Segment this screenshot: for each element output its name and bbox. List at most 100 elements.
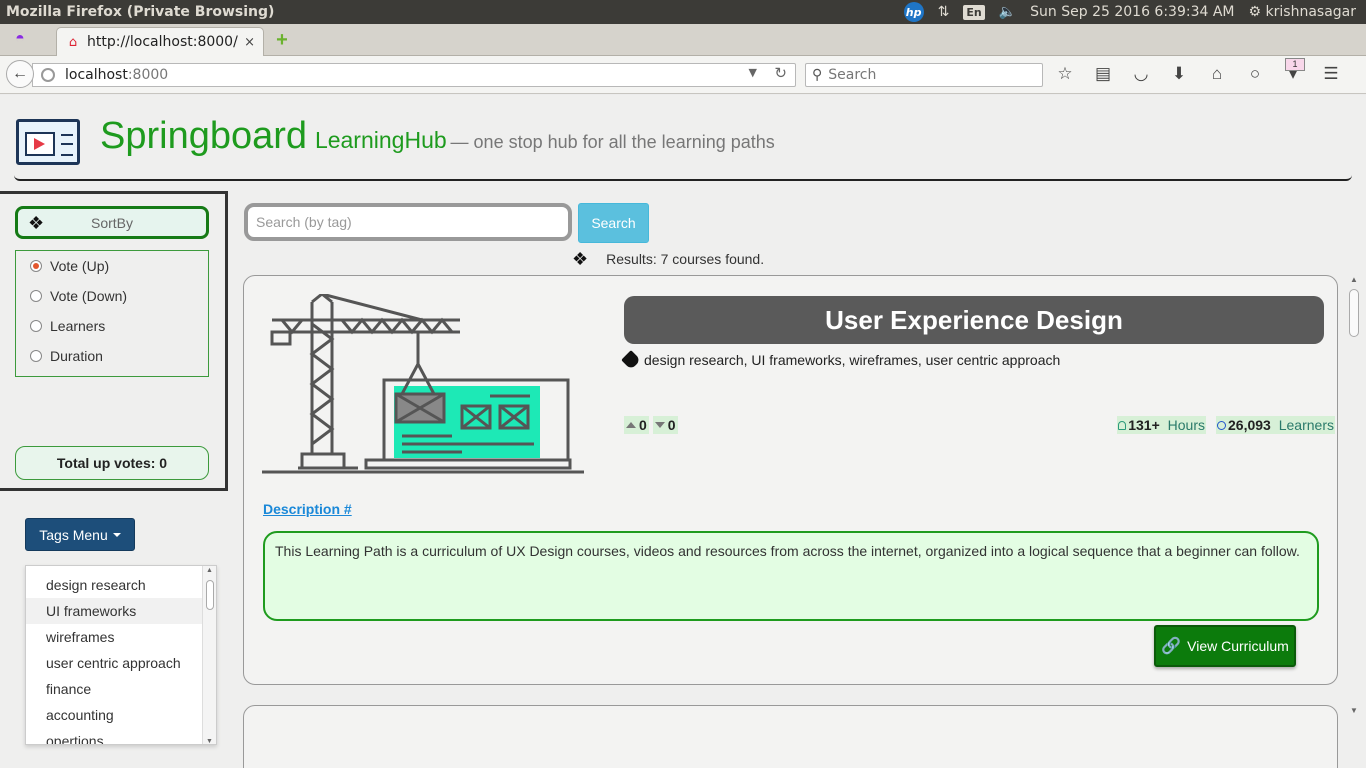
- course-card: [243, 705, 1338, 768]
- hp-icon[interactable]: hp: [903, 2, 924, 22]
- sort-option-duration[interactable]: Duration: [16, 341, 208, 371]
- tag-item[interactable]: UI frameworks: [26, 598, 216, 624]
- volume-icon[interactable]: 🔈: [999, 4, 1016, 20]
- sort-option-label: Duration: [50, 348, 103, 364]
- page-scrollbar[interactable]: ▲ ▼: [1342, 275, 1366, 715]
- view-curriculum-button[interactable]: 🔗 View Curriculum: [1154, 625, 1296, 667]
- extension-icon[interactable]: 1 ▾: [1283, 58, 1305, 84]
- tag-item[interactable]: user centric approach: [26, 650, 216, 676]
- hours-value: 131+: [1128, 417, 1160, 433]
- page: Springboard LearningHub — one stop hub f…: [0, 95, 1366, 768]
- scroll-down-icon[interactable]: ▼: [1350, 706, 1358, 715]
- course-stats: 131+ Hours 26,093 Learners: [1117, 416, 1335, 434]
- sort-panel: ❖ SortBy Vote (Up) Vote (Down) Learners …: [0, 191, 228, 491]
- radio-button[interactable]: [30, 320, 42, 332]
- navigation-bar: localhost:8000 ▼ ↻ ← ⚲ Search ☆ ▤ ◡ ⬇ ⌂ …: [0, 56, 1366, 94]
- home-icon[interactable]: ⌂: [1207, 64, 1227, 84]
- sort-option-vote-up[interactable]: Vote (Up): [16, 251, 208, 281]
- window-title: Mozilla Firefox (Private Browsing): [6, 4, 275, 20]
- reader-icon[interactable]: ▤: [1093, 64, 1113, 84]
- sort-option-label: Vote (Up): [50, 258, 110, 274]
- pocket-icon[interactable]: ◡: [1131, 64, 1151, 84]
- chevron-down-icon[interactable]: ▼: [749, 66, 757, 79]
- sort-options: Vote (Up) Vote (Down) Learners Duration: [15, 250, 209, 377]
- logo-icon[interactable]: [16, 119, 80, 165]
- url-bar[interactable]: localhost:8000 ▼ ↻: [32, 63, 796, 87]
- course-tags-text: design research, UI frameworks, wirefram…: [644, 352, 1061, 368]
- browser-tab[interactable]: ⌂ http://localhost:8000/ ×: [56, 27, 264, 56]
- new-tab-button[interactable]: +: [272, 29, 292, 51]
- learners-value: 26,093: [1228, 417, 1271, 433]
- user-menu[interactable]: ⚙ krishnasagar: [1249, 4, 1356, 20]
- scroll-up-icon[interactable]: ▲: [1350, 275, 1358, 284]
- radio-button[interactable]: [30, 290, 42, 302]
- browser-search-input[interactable]: ⚲ Search: [805, 63, 1043, 87]
- os-indicators: hp ⇅ En 🔈 Sun Sep 25 2016 6:39:34 AM ⚙ k…: [903, 2, 1366, 22]
- scroll-down-icon[interactable]: ▼: [206, 738, 213, 744]
- radio-button[interactable]: [30, 260, 42, 272]
- tag-item[interactable]: opertions: [26, 728, 216, 744]
- url-host: localhost: [65, 67, 128, 83]
- sortby-button[interactable]: ❖ SortBy: [15, 206, 209, 239]
- network-icon[interactable]: ⇅: [938, 4, 950, 20]
- close-icon[interactable]: ×: [244, 35, 255, 50]
- course-illustration: [262, 294, 584, 474]
- description-box: This Learning Path is a curriculum of UX…: [263, 531, 1319, 621]
- sort-option-learners[interactable]: Learners: [16, 311, 208, 341]
- scrollbar-thumb[interactable]: [1349, 289, 1359, 337]
- tab-title: http://localhost:8000/: [87, 34, 238, 50]
- caret-down-icon: [112, 532, 121, 537]
- keyboard-layout-indicator[interactable]: En: [963, 4, 985, 20]
- back-button[interactable]: ←: [6, 60, 34, 88]
- tab-strip: ◓ ⌂ http://localhost:8000/ × +: [0, 24, 1366, 56]
- download-icon[interactable]: ⬇: [1169, 64, 1189, 84]
- scroll-up-icon[interactable]: ▲: [206, 567, 213, 574]
- tags-scrollbar[interactable]: ▲ ▼: [202, 566, 216, 744]
- upvote-button[interactable]: 0: [624, 416, 649, 434]
- brand-tagline: — one stop hub for all the learning path…: [450, 132, 775, 152]
- upvote-count: 0: [639, 417, 647, 433]
- hours-label: Hours: [1167, 417, 1206, 433]
- learners-label: Learners: [1278, 417, 1334, 433]
- tag-search-input[interactable]: Search (by tag): [244, 203, 572, 241]
- notification-badge: 1: [1285, 58, 1305, 71]
- course-title[interactable]: User Experience Design: [624, 296, 1324, 344]
- upvote-icon: [626, 422, 636, 428]
- chat-icon[interactable]: ○: [1245, 64, 1265, 84]
- back-icon: ←: [12, 65, 28, 82]
- sort-option-label: Learners: [50, 318, 106, 334]
- radio-button[interactable]: [30, 350, 42, 362]
- layers-icon: ❖: [28, 213, 45, 233]
- home-icon: ⌂: [68, 34, 78, 50]
- brand-name[interactable]: Springboard: [100, 115, 307, 157]
- reload-icon[interactable]: ↻: [774, 64, 787, 82]
- scrollbar-thumb[interactable]: [206, 580, 214, 610]
- tags-dropdown: design research UI frameworks wireframes…: [25, 565, 217, 745]
- description-link[interactable]: Description #: [263, 501, 352, 517]
- layers-icon: ❖: [572, 248, 589, 269]
- downvote-button[interactable]: 0: [652, 416, 678, 434]
- tags-menu-button[interactable]: Tags Menu: [25, 518, 135, 551]
- total-votes-badge: Total up votes: 0: [15, 446, 209, 480]
- star-icon[interactable]: ☆: [1055, 64, 1075, 84]
- results-summary: ❖ Results: 7 courses found.: [572, 247, 764, 271]
- link-icon: 🔗: [1161, 638, 1182, 655]
- hours-stat: 131+ Hours: [1117, 416, 1207, 434]
- course-tags: design research, UI frameworks, wirefram…: [621, 350, 1061, 370]
- tag-icon: [621, 350, 641, 370]
- vote-controls: 0 0: [624, 416, 678, 434]
- clock[interactable]: Sun Sep 25 2016 6:39:34 AM: [1030, 4, 1234, 20]
- globe-icon[interactable]: [41, 68, 55, 82]
- course-card: User Experience Design design research, …: [243, 275, 1338, 685]
- learners-stat: 26,093 Learners: [1216, 416, 1335, 434]
- downvote-count: 0: [667, 417, 676, 433]
- tag-item[interactable]: finance: [26, 676, 216, 702]
- tag-item[interactable]: wireframes: [26, 624, 216, 650]
- tag-item[interactable]: design research: [26, 572, 216, 598]
- search-button[interactable]: Search: [578, 203, 649, 243]
- tag-item[interactable]: accounting: [26, 702, 216, 728]
- sort-option-vote-down[interactable]: Vote (Down): [16, 281, 208, 311]
- private-mask-icon: ◓: [15, 30, 25, 47]
- tags-menu-label: Tags Menu: [39, 526, 108, 543]
- menu-icon[interactable]: ☰: [1321, 64, 1341, 84]
